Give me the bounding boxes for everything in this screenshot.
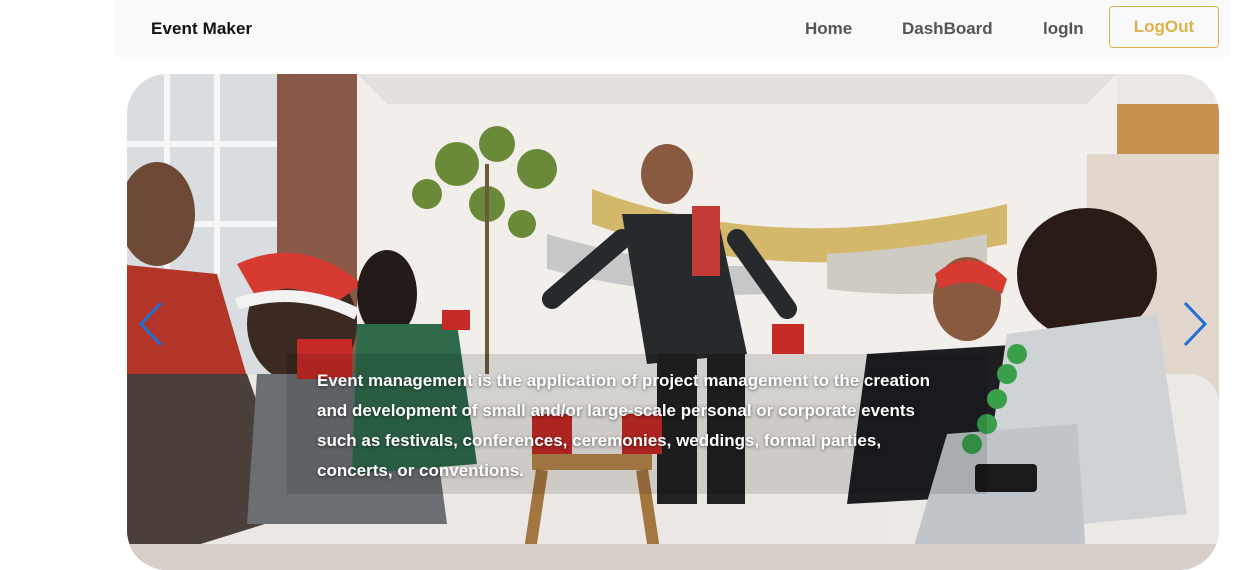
carousel-prev-button[interactable] xyxy=(133,299,167,349)
brand-logo[interactable]: Event Maker xyxy=(151,19,252,39)
nav-dashboard-link[interactable]: DashBoard xyxy=(902,19,993,39)
logout-button[interactable]: LogOut xyxy=(1109,6,1219,48)
carousel-caption: Event management is the application of p… xyxy=(317,371,931,480)
nav-login-link[interactable]: logIn xyxy=(1043,19,1084,39)
party-photo xyxy=(127,74,1219,570)
navbar: Event Maker Home DashBoard logIn LogOut xyxy=(115,0,1230,57)
chevron-right-icon xyxy=(1183,301,1208,347)
chevron-left-icon xyxy=(138,301,163,347)
hero-carousel: Event management is the application of p… xyxy=(127,74,1219,570)
carousel-next-button[interactable] xyxy=(1179,299,1213,349)
nav-home-link[interactable]: Home xyxy=(805,19,852,39)
